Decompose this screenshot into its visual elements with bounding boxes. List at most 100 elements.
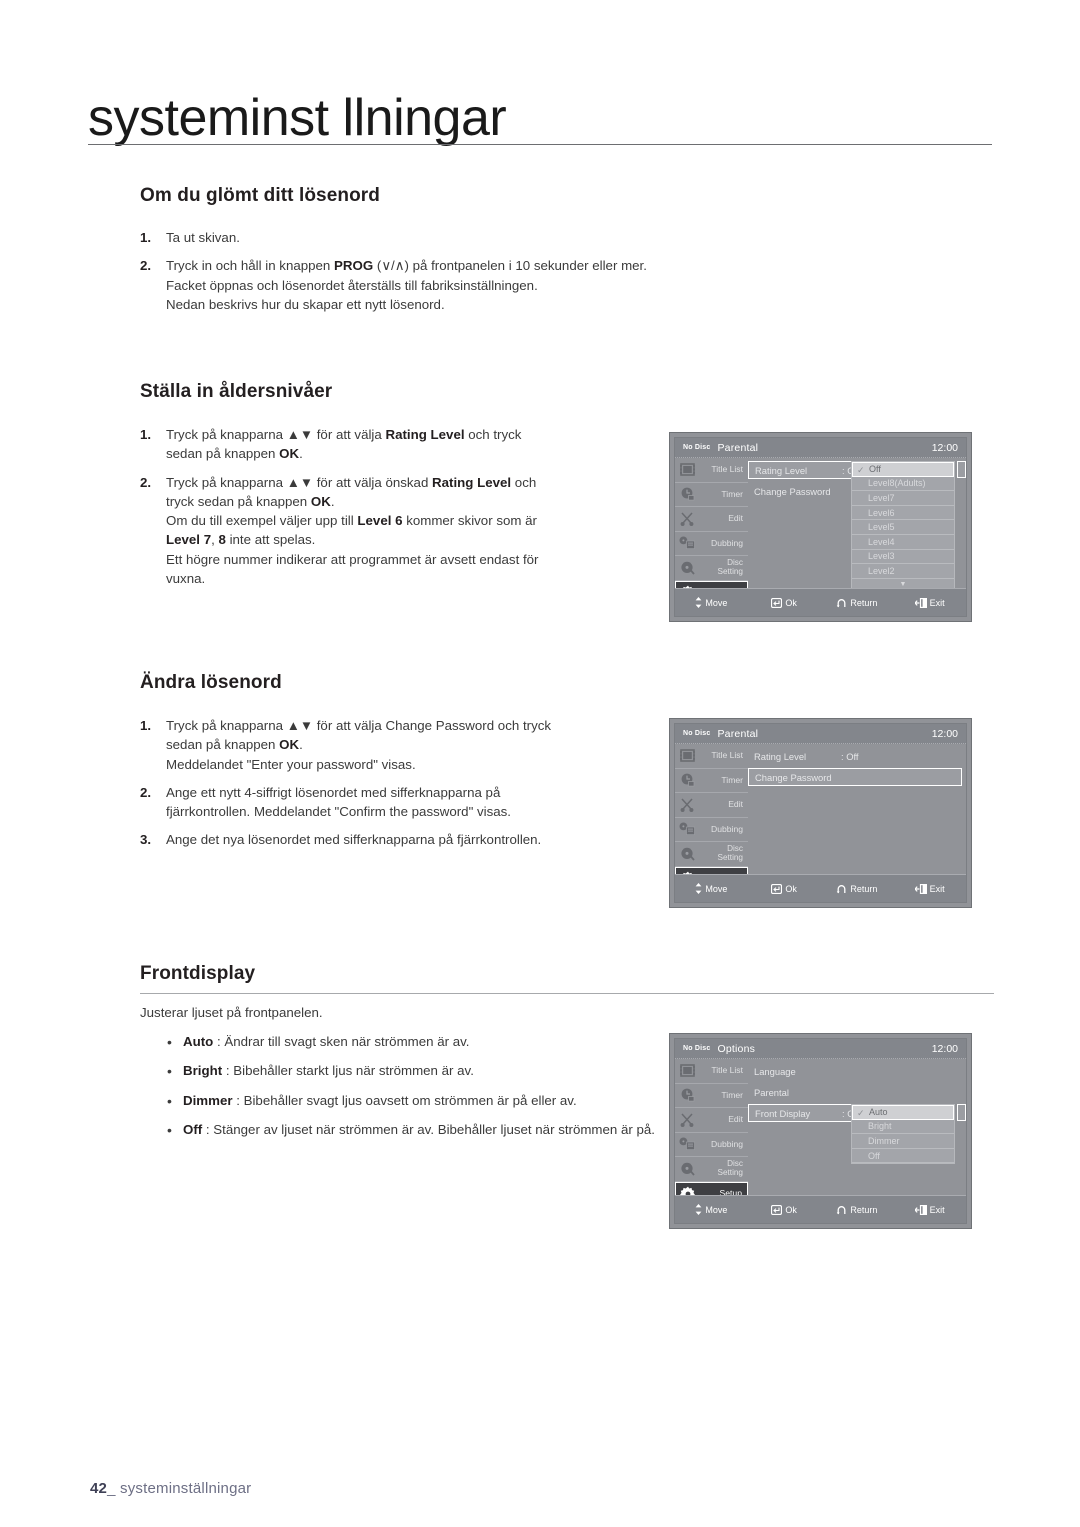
osd-clock: 12:00 [931,441,958,454]
bullet-text: Dimmer : Bibehåller svagt ljus oavsett o… [183,1091,697,1111]
sidebar-item-dubbing[interactable]: Dubbing [675,818,748,842]
dubbing-icon [678,1135,696,1153]
osd-clock: 12:00 [931,1042,958,1055]
checkmark-icon: ✓ [857,465,865,475]
film-strip-icon [678,461,696,479]
dropdown-option-level4[interactable]: Level4 [852,535,954,550]
exit-icon [914,883,927,894]
footer-action-move[interactable]: Move [675,1204,748,1215]
dropdown-option-level8[interactable]: Level8(Adults) [852,477,954,492]
bullet-sep: : [213,1034,225,1049]
dropdown-option-level3[interactable]: Level3 [852,550,954,565]
dropdown-option-off[interactable]: ✓ Off [852,462,954,477]
sidebar-item-edit[interactable]: Edit [675,1108,748,1133]
dropdown-option-dimmer[interactable]: Dimmer [852,1134,954,1149]
section-divider [140,993,994,994]
sidebar-item-disc-setting[interactable]: Disc Setting [675,1157,748,1182]
osd-parental-rating-screenshot: No Disc Parental 12:00 Title List Timer [669,432,972,622]
page-number: 42 [90,1480,108,1497]
sidebar-item-edit[interactable]: Edit [675,793,748,818]
list-item: 3. Ange det nya lösenordet med sifferkna… [140,830,675,849]
menu-row-label: Rating Level [755,464,808,476]
dropdown-option-label: Level5 [868,522,895,533]
list-item: 2. Ange ett nytt 4-siffrigt lösenordet m… [140,783,675,822]
footer-action-return[interactable]: Return [821,884,894,894]
sidebar-item-title-list[interactable]: Title List [675,458,748,483]
menu-row-rating-level[interactable]: Rating Level : Off [748,747,962,765]
step-number: 1. [140,427,152,442]
footer-action-move[interactable]: Move [675,883,748,894]
step-line: sedan på knappen OK. [166,446,303,462]
menu-row-parental[interactable]: Parental [748,1083,962,1101]
dropdown-option-label: Level2 [868,565,895,576]
step-line: Tryck på knapparna ▲▼ för att välja Rati… [166,427,522,442]
sidebar-item-title-list[interactable]: Title List [675,744,748,769]
menu-row-change-password[interactable]: Change Password [748,768,962,786]
checkmark-icon: ✓ [857,1108,865,1118]
dropdown-option-level6[interactable]: Level6 [852,506,954,521]
footer-action-label: Return [850,1204,878,1215]
sidebar-item-dubbing[interactable]: Dubbing [675,1133,748,1157]
sidebar-item-timer[interactable]: Timer [675,769,748,793]
bullet-desc: Ändrar till svagt sken när strömmen är a… [224,1034,470,1049]
osd-content-pane: Rating Level : Off Change Password [748,744,962,874]
list-item: 1. Ta ut skivan. [140,228,670,247]
dropdown-option-label: Level4 [868,536,895,547]
osd-header: No Disc Parental 12:00 [675,724,966,744]
timer-clock-icon [678,771,696,789]
sidebar-item-disc-setting[interactable]: Disc Setting [675,556,748,581]
sidebar-item-label: Disc Setting [717,558,744,576]
dropdown-option-label: Auto [869,1107,888,1118]
sidebar-item-disc-setting[interactable]: Disc Setting [675,842,748,867]
osd-sidebar: Title List Timer Edit Dubbing Disc Setti… [675,1059,748,1206]
dropdown-option-bright[interactable]: Bright [852,1120,954,1135]
step-line: Ta ut skivan. [166,230,240,245]
osd-sidebar: Title List Timer Edit Dubbing Disc Setti… [675,744,748,891]
footer-action-label: Move [705,883,728,894]
menu-row-label: Change Password [754,485,831,497]
osd-clock: 12:00 [931,727,958,740]
dropdown-scrollbar[interactable] [957,1104,966,1121]
menu-row-value: : Off [841,750,859,762]
dropdown-option-label: Off [869,464,881,475]
sidebar-item-timer[interactable]: Timer [675,483,748,507]
rating-level-dropdown[interactable]: ✓ Off Level8(Adults) Level7 Level6 Level… [851,461,955,591]
sidebar-item-label: Title List [711,1065,743,1076]
step-line: vuxna. [166,570,206,586]
page-title: systeminst llningar [88,89,507,147]
footer-action-ok[interactable]: Ok [748,883,821,894]
sidebar-item-title-list[interactable]: Title List [675,1059,748,1084]
dropdown-scrollbar[interactable] [957,461,966,478]
sidebar-item-timer[interactable]: Timer [675,1084,748,1108]
return-arrow-icon [836,884,847,894]
menu-row-language[interactable]: Language [748,1062,962,1080]
footer-action-ok[interactable]: Ok [748,597,821,608]
dropdown-option-level5[interactable]: Level5 [852,520,954,535]
sidebar-item-dubbing[interactable]: Dubbing [675,532,748,556]
footer-action-label: Move [705,1204,728,1215]
dropdown-option-level7[interactable]: Level7 [852,491,954,506]
footer-action-return[interactable]: Return [821,1205,894,1215]
sidebar-item-label: Timer [721,1089,743,1100]
footer-action-exit[interactable]: Exit [893,1205,966,1215]
dropdown-option-level2[interactable]: Level2 [852,564,954,579]
footer-action-move[interactable]: Move [675,597,748,608]
footer-action-exit[interactable]: Exit [893,884,966,894]
section-heading-rating-levels: Ställa in åldersnivåer [140,381,333,402]
dropdown-option-off[interactable]: Off [852,1149,954,1164]
footer-action-ok[interactable]: Ok [748,1204,821,1215]
menu-row-label: Change Password [755,771,832,783]
list-item: 1. Tryck på knapparna ▲▼ för att välja R… [140,425,670,464]
footer-action-return[interactable]: Return [821,598,894,608]
dropdown-option-label: Bright [868,1121,892,1132]
osd-title: Parental [717,727,759,740]
dubbing-icon [678,820,696,838]
step-line: Nedan beskrivs hur du skapar ett nytt lö… [166,296,445,312]
scissors-icon [678,510,696,528]
sidebar-item-label: Dubbing [710,823,743,834]
footer-action-exit[interactable]: Exit [893,598,966,608]
dropdown-option-auto[interactable]: ✓ Auto [852,1105,954,1120]
step-number: 2. [140,474,152,490]
sidebar-item-edit[interactable]: Edit [675,507,748,532]
front-display-dropdown[interactable]: ✓ Auto Bright Dimmer Off [851,1104,955,1165]
